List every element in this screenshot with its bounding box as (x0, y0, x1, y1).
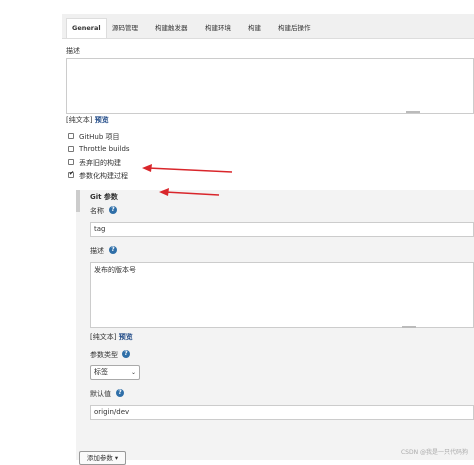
option-github-project-label: GitHub 项目 (79, 133, 120, 141)
description-textarea[interactable] (66, 58, 474, 114)
checkbox-parameterized-build[interactable] (68, 170, 74, 178)
param-desc-label: 描述 (90, 247, 104, 255)
default-value-input[interactable]: origin/dev (90, 405, 474, 420)
red-arrow-annotation (159, 188, 220, 196)
option-throttle-builds-label: Throttle builds (79, 145, 130, 153)
checkbox-throttle-builds[interactable] (68, 146, 74, 152)
preview-link[interactable]: 预览 (95, 116, 109, 124)
checkbox-discard-old-builds[interactable] (68, 159, 74, 165)
git-parameter-section: Git 参数 名称 ? tag 描述 ? 发布的版本号 [纯文本] 预览 参数类… (76, 190, 474, 465)
red-arrow-annotation (142, 164, 233, 173)
job-config-panel: General 源码管理 构建触发器 构建环境 构建 构建后操作 描述 [纯文本… (62, 14, 474, 465)
plain-text-label: [纯文本] (90, 333, 117, 341)
section-handle[interactable] (76, 190, 80, 212)
textarea-resize-handle[interactable] (402, 326, 416, 328)
checkbox-github-project[interactable] (68, 133, 74, 139)
help-icon[interactable]: ? (116, 389, 124, 397)
tab-build-env[interactable]: 构建环境 (205, 20, 231, 36)
param-type-select[interactable]: 标签 ⌄ (90, 365, 140, 380)
param-desc-textarea[interactable]: 发布的版本号 (90, 262, 474, 328)
chevron-down-icon: ⌄ (130, 369, 136, 376)
param-name-label: 名称 (90, 207, 104, 215)
add-parameter-button[interactable]: 添加参数 ▾ (79, 451, 126, 465)
description-label: 描述 (66, 47, 80, 55)
preview-link[interactable]: 预览 (119, 333, 133, 341)
help-icon[interactable]: ? (122, 350, 130, 358)
param-desc-format: [纯文本] 预览 (90, 332, 133, 342)
help-icon[interactable]: ? (109, 246, 117, 254)
option-discard-old-builds-label: 丢弃旧的构建 (79, 159, 121, 167)
option-parameterized-build-label: 参数化构建过程 (79, 172, 128, 180)
plain-text-label: [纯文本] (66, 116, 93, 124)
tab-post-build[interactable]: 构建后操作 (278, 20, 311, 36)
param-type-label: 参数类型 (90, 351, 118, 359)
config-tabs: General 源码管理 构建触发器 构建环境 构建 构建后操作 (62, 14, 474, 39)
tab-triggers[interactable]: 构建触发器 (155, 20, 188, 36)
description-format: [纯文本] 预览 (66, 115, 109, 125)
tab-scm[interactable]: 源码管理 (112, 20, 138, 36)
help-icon[interactable]: ? (109, 206, 117, 214)
param-name-input[interactable]: tag (90, 222, 474, 237)
textarea-resize-handle[interactable] (406, 111, 420, 113)
tab-general[interactable]: General (66, 18, 107, 38)
git-param-title: Git 参数 (90, 193, 118, 201)
default-value-label: 默认值 (90, 390, 111, 398)
tab-build[interactable]: 构建 (248, 20, 261, 36)
param-type-value: 标签 (94, 368, 108, 376)
watermark: CSDN @我是一只代码狗 (400, 449, 468, 456)
